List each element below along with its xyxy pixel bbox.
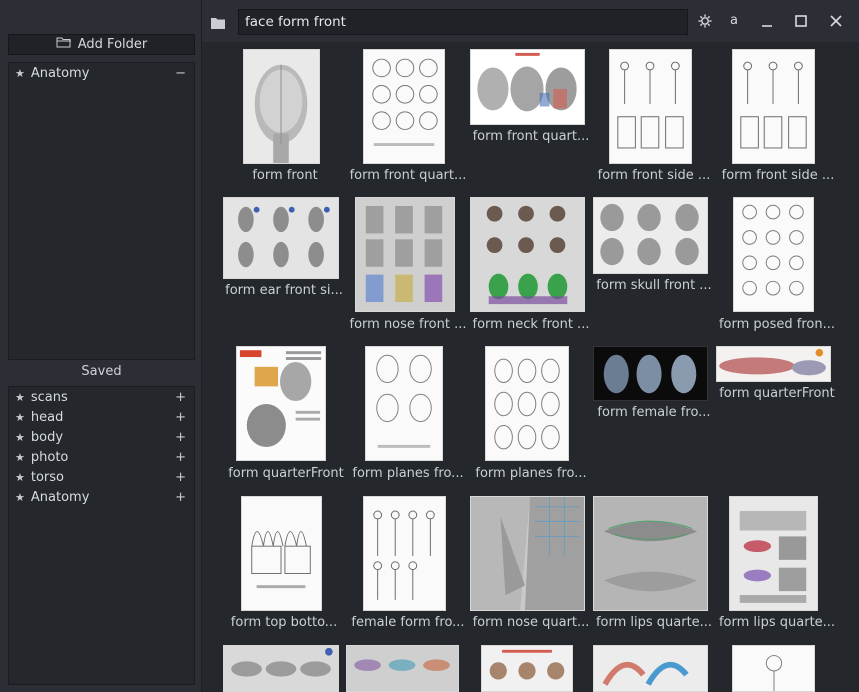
result-thumbnail[interactable]	[236, 346, 326, 461]
result-caption: form lips quarte...	[595, 615, 713, 630]
star-icon: ★	[15, 391, 25, 404]
result-thumbnail[interactable]	[593, 197, 708, 274]
star-icon: ★	[15, 67, 25, 80]
result-thumbnail[interactable]	[243, 49, 320, 164]
result-thumbnail[interactable]	[593, 645, 708, 692]
result-thumbnail[interactable]	[363, 496, 446, 611]
folder-label: Anatomy	[30, 66, 90, 81]
result-caption: form front side ...	[721, 168, 835, 183]
result-caption: female form fro...	[351, 615, 465, 630]
saved-item-body[interactable]: ★ body +	[15, 428, 188, 448]
result-thumbnail[interactable]	[609, 49, 692, 164]
add-button[interactable]: +	[175, 388, 186, 408]
result-thumbnail[interactable]	[355, 197, 455, 312]
result-thumbnail[interactable]	[593, 346, 708, 401]
result-caption: form nose front ...	[349, 317, 467, 332]
result-thumbnail[interactable]	[732, 645, 815, 692]
star-icon: ★	[15, 451, 25, 464]
result-caption: form ear front si...	[225, 283, 343, 298]
folder-icon[interactable]	[211, 14, 225, 33]
result-caption: form top botto...	[230, 615, 338, 630]
result-thumbnail[interactable]	[729, 496, 818, 611]
saved-panel: ★ scans + ★ head + ★ body + ★ photo + ★ torso…	[8, 386, 195, 685]
result-caption: form front quart...	[472, 129, 590, 144]
saved-item-label: head	[30, 410, 64, 425]
star-icon: ★	[15, 491, 25, 504]
sidebar: Add Folder ★ Anatomy − Saved ★ scans + ★ he…	[0, 0, 202, 692]
result-caption: form front quart...	[349, 168, 467, 183]
result-caption: form lips quarte...	[718, 615, 836, 630]
saved-item-scans[interactable]: ★ scans +	[15, 388, 188, 408]
result-thumbnail[interactable]	[346, 645, 459, 692]
saved-item-label: torso	[30, 470, 64, 485]
result-caption: form front	[252, 168, 318, 183]
result-thumbnail[interactable]	[716, 346, 831, 382]
result-caption: form quarterFront	[719, 386, 835, 401]
result-caption: form female fro...	[597, 405, 711, 420]
result-thumbnail[interactable]	[223, 645, 339, 692]
result-caption: form quarterFront	[228, 466, 344, 481]
folders-panel: ★ Anatomy −	[8, 62, 195, 360]
result-caption: form posed fron...	[718, 317, 836, 332]
minimize-icon[interactable]	[756, 11, 778, 31]
saved-item-label: scans	[30, 390, 68, 405]
add-button[interactable]: +	[175, 408, 186, 428]
result-caption: form nose quart...	[472, 615, 590, 630]
add-button[interactable]: +	[175, 468, 186, 488]
result-thumbnail[interactable]	[470, 496, 585, 611]
saved-title: Saved	[81, 364, 122, 379]
saved-item-photo[interactable]: ★ photo +	[15, 448, 188, 468]
result-caption: form planes fro...	[352, 466, 464, 481]
saved-item-head[interactable]: ★ head +	[15, 408, 188, 428]
saved-item-label: body	[30, 430, 64, 445]
result-thumbnail[interactable]	[470, 49, 585, 125]
add-button[interactable]: +	[175, 448, 186, 468]
add-button[interactable]: +	[175, 488, 186, 508]
result-thumbnail[interactable]	[732, 49, 815, 164]
add-folder-button[interactable]: Add Folder	[8, 34, 195, 55]
result-thumbnail[interactable]	[363, 49, 445, 164]
settings-gear-icon[interactable]	[694, 11, 716, 31]
search-input[interactable]: face form front	[238, 9, 688, 35]
folder-open-icon	[56, 35, 72, 54]
letter-a-button[interactable]: a	[723, 11, 745, 31]
result-caption: form planes fro...	[475, 466, 587, 481]
result-thumbnail[interactable]	[223, 197, 339, 279]
result-caption: form front side ...	[597, 168, 711, 183]
collapse-button[interactable]: −	[175, 64, 186, 84]
folder-item-anatomy[interactable]: ★ Anatomy −	[15, 64, 188, 84]
star-icon: ★	[15, 431, 25, 444]
result-thumbnail[interactable]	[481, 645, 573, 692]
result-thumbnail[interactable]	[485, 346, 569, 461]
result-thumbnail[interactable]	[365, 346, 443, 461]
result-thumbnail[interactable]	[241, 496, 322, 611]
star-icon: ★	[15, 471, 25, 484]
saved-item-label: photo	[30, 450, 69, 465]
saved-item-torso[interactable]: ★ torso +	[15, 468, 188, 488]
result-thumbnail[interactable]	[733, 197, 814, 312]
result-thumbnail[interactable]	[593, 496, 708, 611]
result-thumbnail[interactable]	[470, 197, 585, 312]
star-icon: ★	[15, 411, 25, 424]
add-button[interactable]: +	[175, 428, 186, 448]
saved-item-anatomy[interactable]: ★ Anatomy +	[15, 488, 188, 508]
result-caption: form neck front ...	[472, 317, 590, 332]
close-icon[interactable]	[825, 11, 847, 31]
maximize-icon[interactable]	[790, 11, 812, 31]
add-folder-label: Add Folder	[77, 37, 148, 52]
result-caption: form skull front ...	[596, 278, 712, 293]
saved-item-label: Anatomy	[30, 490, 90, 505]
